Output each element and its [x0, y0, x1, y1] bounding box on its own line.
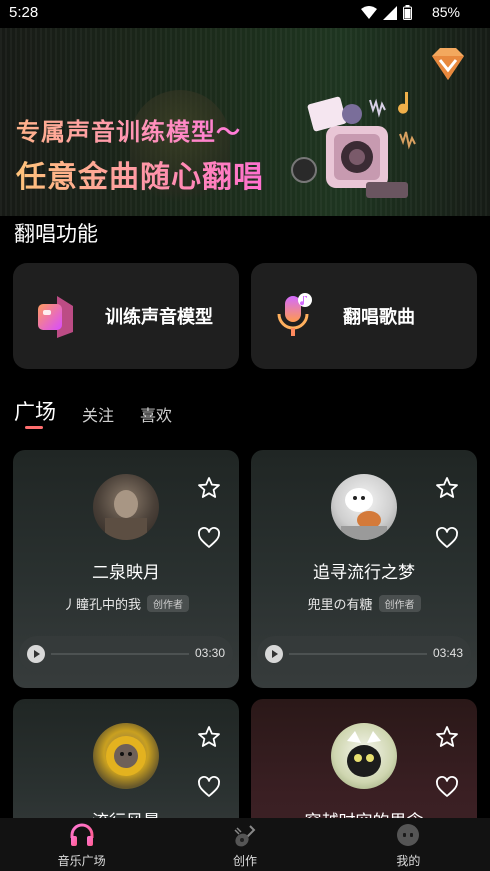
author-name[interactable]: 丿瞳孔中的我 — [63, 594, 141, 613]
song-cover-avatar — [331, 723, 397, 789]
creator-badge: 创作者 — [147, 595, 189, 612]
banner-title: 任意金曲随心翻唱 — [16, 152, 264, 196]
song-cover-avatar — [93, 723, 159, 789]
nav-music-square[interactable]: 音乐广场 — [0, 818, 163, 871]
audio-player: 03:43 — [257, 636, 471, 672]
nav-label: 音乐广场 — [57, 854, 106, 868]
author-row: 兜里の有糖 创作者 — [251, 594, 477, 613]
music-equipment-illustration — [291, 92, 416, 198]
like-heart-icon[interactable] — [197, 775, 221, 799]
like-heart-icon[interactable] — [435, 526, 459, 550]
like-heart-icon[interactable] — [435, 775, 459, 799]
microphone-icon — [277, 293, 312, 336]
tab-square[interactable]: 广场 — [14, 396, 56, 429]
battery-percent: 85% — [431, 4, 460, 20]
profile-icon — [397, 824, 420, 846]
guitar-icon — [234, 825, 256, 847]
favorite-star-icon[interactable] — [197, 476, 221, 500]
bottom-nav: 音乐广场 创作 我的 — [0, 818, 490, 871]
author-name[interactable]: 兜里の有糖 — [307, 594, 372, 613]
section-title: 翻唱功能 — [14, 222, 98, 246]
tab-liked[interactable]: 喜欢 — [140, 402, 172, 426]
song-card[interactable]: 二泉映月 丿瞳孔中的我 创作者 03:30 — [13, 450, 239, 688]
author-row: 丿瞳孔中的我 创作者 — [13, 594, 239, 613]
favorite-star-icon[interactable] — [435, 725, 459, 749]
battery-icon — [403, 5, 412, 20]
feature-label: 翻唱歌曲 — [343, 307, 415, 328]
song-cover-avatar — [93, 474, 159, 540]
play-button[interactable] — [265, 645, 283, 663]
status-bar: 5:28 85% — [0, 0, 490, 28]
nav-label: 创作 — [232, 854, 257, 868]
song-title: 追寻流行之梦 — [313, 563, 415, 583]
tab-following[interactable]: 关注 — [82, 402, 114, 426]
song-title: 二泉映月 — [92, 563, 160, 583]
creator-badge: 创作者 — [378, 595, 421, 612]
favorite-star-icon[interactable] — [197, 725, 221, 749]
favorite-star-icon[interactable] — [435, 476, 459, 500]
status-time: 5:28 — [9, 4, 39, 21]
banner-subtitle: 专属声音训练模型～ — [16, 112, 241, 147]
wifi-icon — [361, 5, 377, 19]
song-duration: 03:43 — [432, 646, 463, 660]
audio-player: 03:30 — [19, 636, 233, 672]
like-heart-icon[interactable] — [197, 526, 221, 550]
song-card[interactable]: 追寻流行之梦 兜里の有糖 创作者 03:43 — [251, 450, 477, 688]
vip-gem-icon[interactable] — [428, 46, 468, 82]
signal-icon — [383, 5, 397, 20]
play-button[interactable] — [27, 645, 45, 663]
headphones-icon — [70, 823, 94, 846]
train-voice-model-button[interactable]: 训练声音模型 — [13, 263, 239, 369]
feed-tabs: 广场 关注 喜欢 — [14, 396, 172, 429]
feature-label: 训练声音模型 — [105, 307, 213, 328]
nav-label: 我的 — [396, 854, 421, 868]
song-cover-avatar — [331, 474, 397, 540]
progress-track[interactable] — [289, 653, 427, 655]
progress-track[interactable] — [51, 653, 189, 655]
nav-create[interactable]: 创作 — [163, 818, 326, 871]
voice-model-icon — [38, 296, 73, 338]
status-icons — [361, 5, 412, 20]
song-duration: 03:30 — [194, 646, 225, 660]
cover-song-button[interactable]: 翻唱歌曲 — [251, 263, 477, 369]
promo-banner[interactable]: 专属声音训练模型～ 任意金曲随心翻唱 — [0, 28, 490, 216]
nav-profile[interactable]: 我的 — [327, 818, 490, 871]
